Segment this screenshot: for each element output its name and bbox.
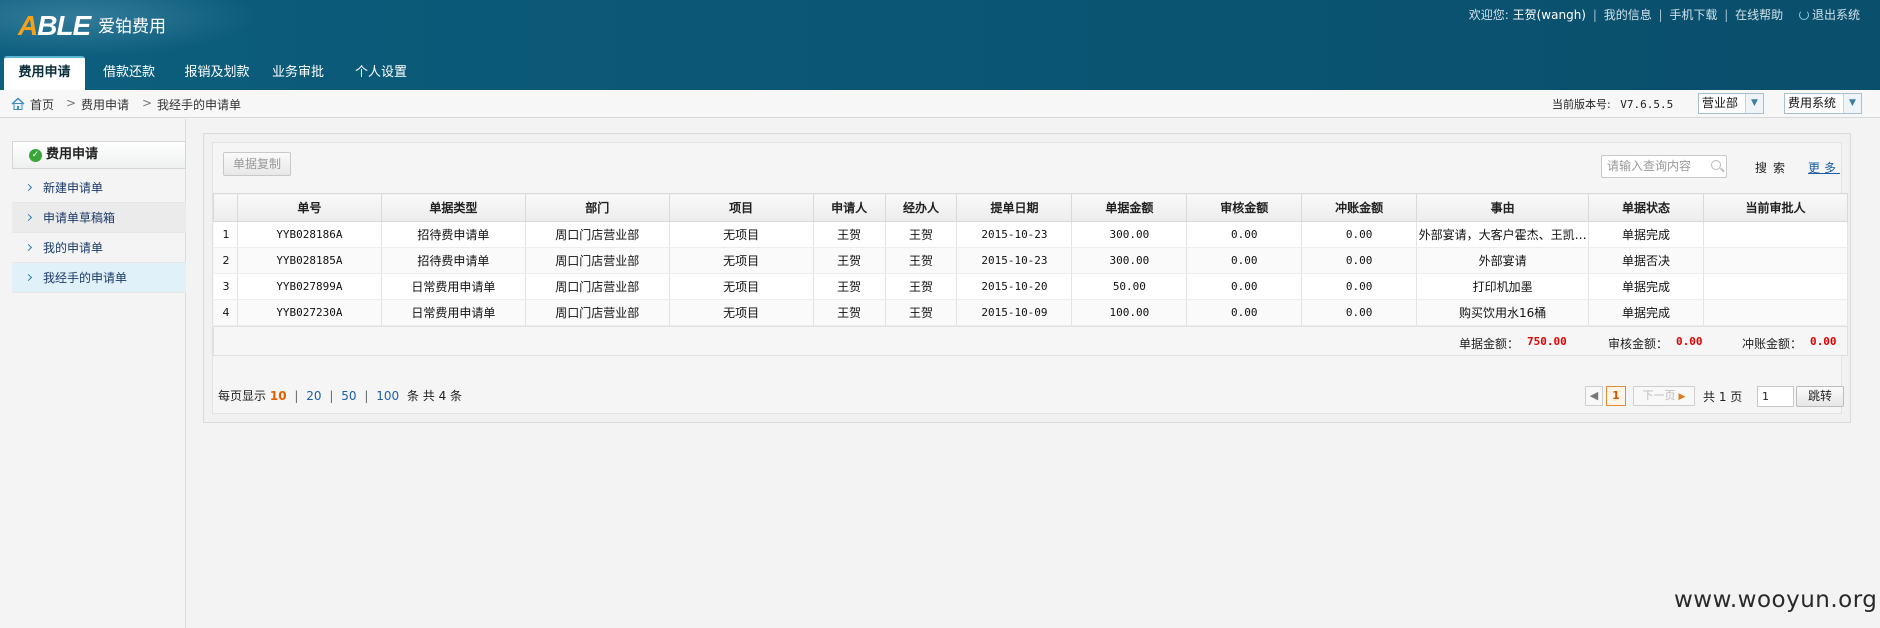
logout-link[interactable]: 退出系统: [1798, 8, 1860, 22]
chevron-right-icon: [24, 243, 33, 252]
col-header-offset-amount[interactable]: 冲账金额: [1301, 193, 1418, 222]
copy-document-button[interactable]: 单据复制: [223, 152, 291, 176]
col-header-type[interactable]: 单据类型: [380, 193, 526, 222]
total-offset-amount: 0.00: [1810, 335, 1837, 348]
goto-page-input[interactable]: 1: [1757, 386, 1794, 407]
online-help-link[interactable]: 在线帮助: [1735, 8, 1783, 22]
tab-loan-repay[interactable]: 借款还款: [96, 56, 162, 90]
triangle-left-icon: ◀: [1589, 389, 1599, 402]
version-info: 当前版本号: V7.6.5.5: [1552, 98, 1674, 111]
table-row[interactable]: 3 YYB027899A 日常费用申请单 周口门店营业部 无项目 王贺 王贺 2…: [213, 273, 1848, 300]
triangle-right-icon: ▶: [1678, 392, 1686, 402]
tab-expense-apply[interactable]: 费用申请: [4, 56, 85, 90]
app-logo[interactable]: ABLE 爱铂费用: [18, 10, 166, 42]
tab-reimburse[interactable]: 报销及划款: [177, 56, 257, 90]
table-header-row: 单号 单据类型 部门 项目 申请人 经办人 提单日期 单据金额 审核金额 冲账金…: [213, 193, 1848, 222]
check-circle-icon: ✓: [29, 149, 42, 162]
total-amount: 750.00: [1527, 335, 1567, 348]
breadcrumb: 首页 > 费用申请 > 我经手的申请单 当前版本号: V7.6.5.5 营业部 …: [0, 90, 1880, 118]
chevron-right-icon: [24, 213, 33, 222]
welcome-text: 欢迎您:: [1468, 8, 1509, 22]
logo-mark: ABLE: [18, 10, 91, 41]
crumb-home[interactable]: 首页: [30, 96, 54, 113]
document-number-link[interactable]: YYB028185A: [237, 247, 382, 274]
crumb-expense-apply[interactable]: 费用申请: [81, 96, 129, 113]
mobile-download-link[interactable]: 手机下载: [1669, 8, 1717, 22]
col-header-department[interactable]: 部门: [524, 193, 670, 222]
record-count: 条 共 4 条: [406, 389, 463, 403]
col-header-date[interactable]: 提单日期: [956, 193, 1073, 222]
chevron-down-icon: ▼: [1843, 94, 1861, 113]
page-size-10[interactable]: 10: [270, 389, 287, 403]
goto-page-button[interactable]: 跳转: [1796, 386, 1844, 407]
tab-personal-settings[interactable]: 个人设置: [348, 56, 414, 90]
more-filters-link[interactable]: 更多: [1808, 159, 1840, 176]
system-select[interactable]: 费用系统 ▼: [1784, 93, 1862, 114]
col-header-project[interactable]: 项目: [668, 193, 814, 222]
col-header-audit-amount[interactable]: 审核金额: [1186, 193, 1303, 222]
total-pages: 共 1 页: [1703, 390, 1743, 404]
prev-page-button[interactable]: ◀: [1585, 386, 1603, 406]
home-icon: [11, 97, 25, 110]
watermark-text: www.wooyun.org: [1674, 587, 1878, 613]
page-size-50[interactable]: 50: [341, 389, 356, 403]
department-select[interactable]: 营业部 ▼: [1698, 93, 1764, 114]
col-header-number[interactable]: 单号: [236, 193, 382, 222]
total-audit-amount: 0.00: [1676, 335, 1703, 348]
sidebar-item-new-application[interactable]: 新建申请单: [12, 173, 186, 203]
col-header-reason[interactable]: 事由: [1416, 193, 1590, 222]
sidebar-item-my-applications[interactable]: 我的申请单: [12, 233, 186, 263]
totals-bar: 单据金额： 750.00 审核金额： 0.00 冲账金额： 0.00: [213, 326, 1848, 356]
col-header-handler[interactable]: 经办人: [884, 193, 958, 222]
search-icon[interactable]: [1711, 160, 1721, 170]
next-page-button[interactable]: 下一页 ▶: [1633, 386, 1695, 406]
col-header-status[interactable]: 单据状态: [1588, 193, 1705, 222]
product-name: 爱铂费用: [98, 17, 167, 37]
main-nav: 费用申请 借款还款 报销及划款 业务审批 个人设置: [0, 56, 1880, 90]
current-user: 王贺(wangh): [1512, 8, 1586, 22]
page-size-selector: 每页显示 10 | 20 | 50 | 100 条 共 4 条: [218, 389, 463, 403]
search-input[interactable]: 请输入查询内容: [1601, 155, 1727, 178]
my-info-link[interactable]: 我的信息: [1604, 8, 1652, 22]
tab-approval[interactable]: 业务审批: [265, 56, 331, 90]
chevron-right-icon: [24, 273, 33, 282]
chevron-down-icon: ▼: [1745, 94, 1763, 113]
page-size-100[interactable]: 100: [376, 389, 399, 403]
table-row[interactable]: 2 YYB028185A 招待费申请单 周口门店营业部 无项目 王贺 王贺 20…: [213, 247, 1848, 274]
page-size-20[interactable]: 20: [306, 389, 321, 403]
power-icon: [1798, 10, 1809, 20]
page-number-button[interactable]: 1: [1606, 386, 1626, 406]
search-button[interactable]: 搜索: [1755, 159, 1791, 176]
applications-table: 单号 单据类型 部门 项目 申请人 经办人 提单日期 单据金额 审核金额 冲账金…: [213, 193, 1848, 326]
sidebar-item-handled-applications[interactable]: 我经手的申请单: [12, 263, 186, 293]
col-header-approver[interactable]: 当前审批人: [1703, 193, 1848, 222]
col-header-amount[interactable]: 单据金额: [1071, 193, 1188, 222]
chevron-right-icon: [24, 183, 33, 192]
document-number-link[interactable]: YYB027230A: [237, 299, 382, 326]
col-header-applicant[interactable]: 申请人: [812, 193, 886, 222]
sidebar-title: ✓ 费用申请: [12, 141, 186, 169]
table-row[interactable]: 1 YYB028186A 招待费申请单 周口门店营业部 无项目 王贺 王贺 20…: [213, 221, 1848, 248]
sidebar: ✓ 费用申请 新建申请单 申请单草稿箱 我的申请单 我经手的申请单: [0, 119, 186, 628]
sidebar-item-drafts[interactable]: 申请单草稿箱: [12, 203, 186, 233]
top-links: 欢迎您: 王贺(wangh) | 我的信息 | 手机下载 | 在线帮助 退出系统: [1468, 8, 1860, 22]
top-header: ABLE 爱铂费用 欢迎您: 王贺(wangh) | 我的信息 | 手机下载 |…: [0, 0, 1880, 90]
crumb-current: 我经手的申请单: [157, 98, 242, 112]
col-header-index: [213, 193, 238, 222]
table-row[interactable]: 4 YYB027230A 日常费用申请单 周口门店营业部 无项目 王贺 王贺 2…: [213, 299, 1848, 326]
document-number-link[interactable]: YYB028186A: [237, 221, 382, 248]
document-number-link[interactable]: YYB027899A: [237, 273, 382, 300]
